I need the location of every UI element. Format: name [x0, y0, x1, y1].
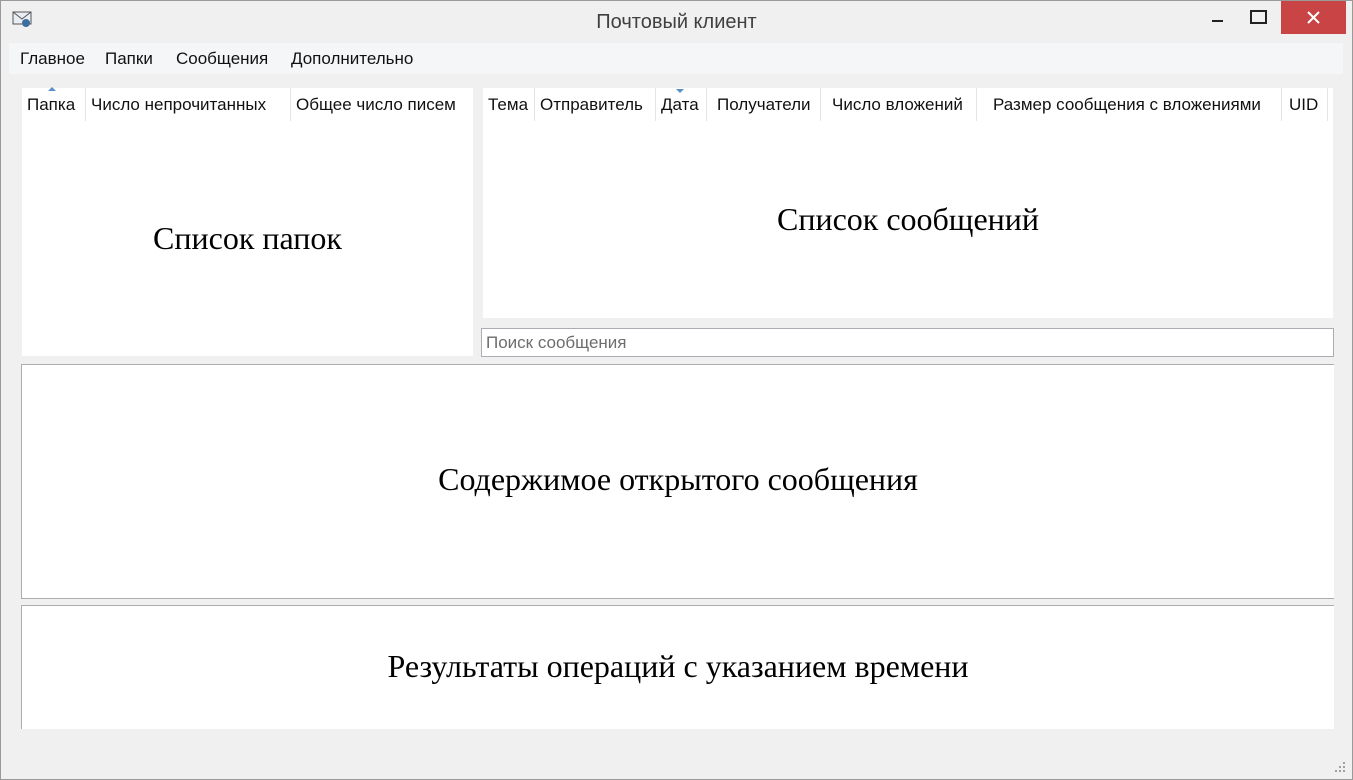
minimize-icon [1212, 20, 1223, 22]
column-label: Получатели [717, 95, 811, 114]
maximize-icon [1250, 10, 1267, 24]
folder-list[interactable]: Папка Число непрочитанных Общее число пи… [22, 87, 473, 356]
menu-item-messages[interactable]: Сообщения [176, 49, 268, 69]
operations-log[interactable]: Результаты операций с указанием времени [21, 605, 1334, 729]
window-title: Почтовый клиент [596, 11, 757, 33]
column-label: Тема [488, 95, 529, 114]
column-header-folder[interactable]: Папка [22, 87, 86, 121]
menu-bar: Главное Папки Сообщения Дополнительно [9, 43, 1343, 74]
sort-ascending-icon [48, 87, 56, 91]
column-label: Общее число писем [296, 95, 456, 114]
column-header-attachments[interactable]: Число вложений [821, 88, 977, 121]
menu-item-folders[interactable]: Папки [105, 49, 153, 69]
close-icon [1307, 11, 1320, 24]
column-label: UID [1289, 95, 1319, 114]
column-header-uid[interactable]: UID [1282, 88, 1328, 121]
menu-item-main[interactable]: Главное [20, 49, 85, 69]
column-label: Папка [27, 95, 76, 114]
operations-log-label: Результаты операций с указанием времени [387, 648, 969, 684]
title-bar[interactable]: Почтовый клиент [1, 1, 1352, 42]
column-header-sender[interactable]: Отправитель [535, 88, 656, 121]
column-header-total[interactable]: Общее число писем [291, 88, 473, 121]
menu-item-extra[interactable]: Дополнительно [291, 49, 413, 69]
column-header-date[interactable]: Дата [656, 88, 707, 121]
message-list-label: Список сообщений [776, 201, 1040, 237]
minimize-button[interactable] [1200, 1, 1236, 34]
message-content-label: Содержимое открытого сообщения [438, 461, 918, 497]
message-list[interactable]: Тема Отправитель Дата Получатели Число в… [483, 88, 1333, 318]
column-header-unread[interactable]: Число непрочитанных [86, 88, 291, 121]
column-label: Дата [661, 95, 699, 114]
mail-client-window: Почтовый клиент Главное Папки Сообщения … [0, 0, 1353, 780]
resize-grip-icon[interactable] [1334, 761, 1346, 773]
sort-descending-icon [676, 89, 684, 93]
message-content[interactable]: Содержимое открытого сообщения [21, 364, 1334, 599]
search-input[interactable] [481, 328, 1334, 357]
column-label: Отправитель [540, 95, 643, 114]
column-header-size[interactable]: Размер сообщения с вложениями [977, 88, 1282, 121]
column-header-recipients[interactable]: Получатели [707, 88, 821, 121]
column-label: Число вложений [832, 95, 963, 114]
close-button[interactable] [1281, 1, 1346, 34]
column-header-subject[interactable]: Тема [483, 88, 535, 121]
column-label: Размер сообщения с вложениями [993, 95, 1261, 114]
column-label: Число непрочитанных [91, 95, 267, 114]
folder-list-label: Список папок [153, 220, 342, 256]
maximize-button[interactable] [1238, 1, 1280, 34]
